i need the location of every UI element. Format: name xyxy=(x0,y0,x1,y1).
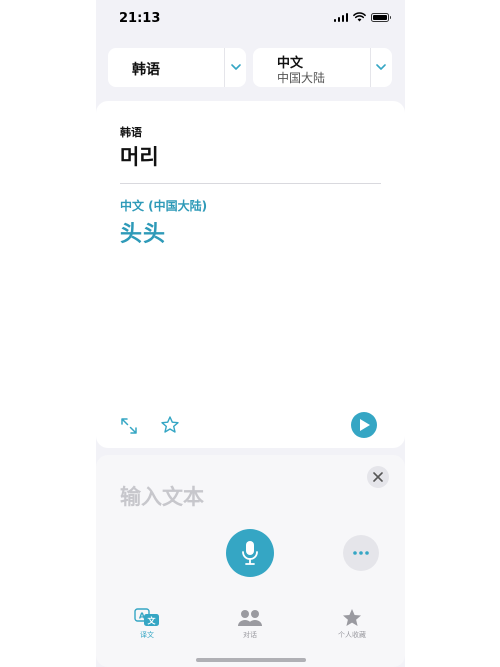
tab-label-conversation: 对话 xyxy=(243,631,257,639)
status-bar: 21:13 xyxy=(96,0,405,36)
svg-text:文: 文 xyxy=(148,616,157,626)
play-icon xyxy=(360,419,370,431)
favorites-star-icon xyxy=(343,609,361,626)
more-icon xyxy=(353,551,369,555)
selector-divider xyxy=(224,48,225,87)
star-icon[interactable] xyxy=(160,415,180,435)
clear-button[interactable] xyxy=(367,466,389,488)
wifi-icon xyxy=(353,12,366,22)
translated-text: 头头 xyxy=(120,222,167,247)
target-language-region: 中国大陆 xyxy=(277,71,326,85)
translate-icon: A 文 xyxy=(134,608,159,626)
tab-favorites[interactable]: 个人收藏 xyxy=(322,608,382,640)
close-icon xyxy=(373,472,383,482)
tab-conversation[interactable]: 对话 xyxy=(220,608,280,640)
source-language-caption: 韩语 xyxy=(120,126,142,139)
tab-label-translate: 译文 xyxy=(140,631,154,639)
microphone-button[interactable] xyxy=(226,529,274,577)
card-divider xyxy=(120,183,381,184)
status-time: 21:13 xyxy=(119,11,161,26)
status-icons xyxy=(333,12,391,22)
tab-translate[interactable]: A 文 译文 xyxy=(117,608,177,640)
selector-divider xyxy=(370,48,371,87)
chevron-down-icon[interactable] xyxy=(374,60,388,74)
home-indicator xyxy=(196,658,306,662)
text-input[interactable]: 输入文本 xyxy=(120,481,204,511)
conversation-icon xyxy=(238,610,262,626)
tab-label-favorites: 个人收藏 xyxy=(338,631,366,639)
battery-icon xyxy=(371,12,391,22)
phone-screen: 21:13 韩语 中文 中国大陆 韩语 머리 中文 (中国大陆) 头头 输入文本… xyxy=(96,0,405,667)
chevron-down-icon[interactable] xyxy=(229,60,243,74)
source-language-selector[interactable]: 韩语 xyxy=(108,48,246,87)
translation-card: 韩语 머리 中文 (中国大陆) 头头 xyxy=(96,101,405,448)
more-options-button[interactable] xyxy=(343,535,379,571)
play-button[interactable] xyxy=(351,412,377,438)
source-language-label: 韩语 xyxy=(132,62,160,78)
expand-icon[interactable] xyxy=(120,417,138,435)
signal-icon xyxy=(333,12,348,22)
microphone-icon xyxy=(242,541,258,565)
input-panel: 输入文本 A 文 译文 对话 个人收藏 xyxy=(96,455,405,667)
target-language-caption: 中文 (中国大陆) xyxy=(120,199,208,213)
target-language-selector[interactable]: 中文 中国大陆 xyxy=(253,48,392,87)
source-text: 머리 xyxy=(120,145,159,169)
